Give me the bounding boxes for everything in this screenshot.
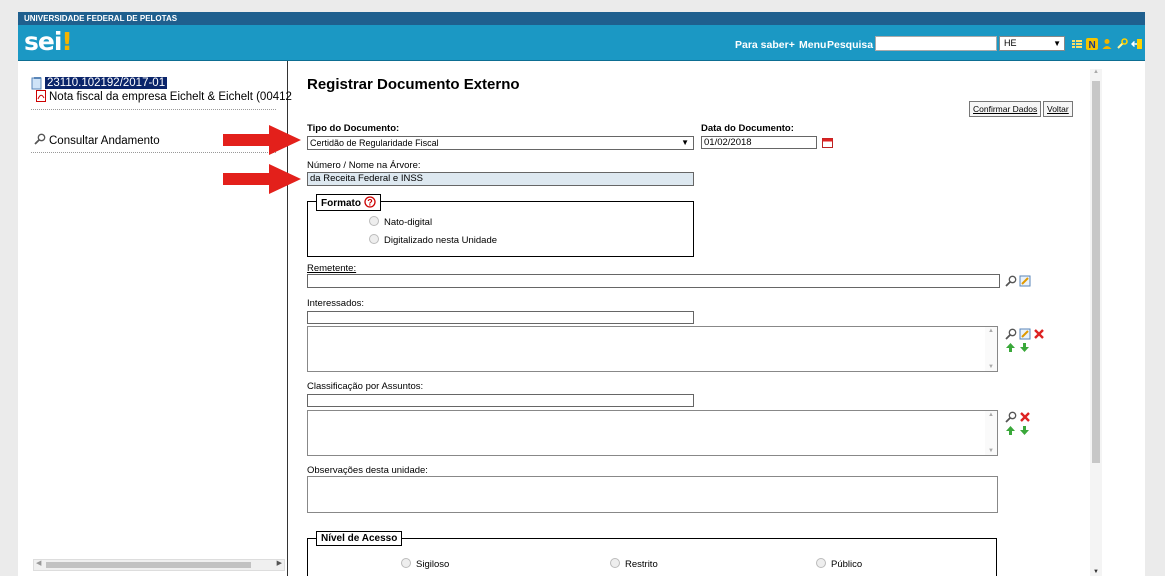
red-arrow-annotation (223, 125, 301, 155)
data-input[interactable]: 01/02/2018 (701, 136, 817, 149)
formato-fieldset: Formato ? Nato-digital Digitalizado nest… (307, 194, 694, 257)
magnifier-icon (34, 133, 46, 145)
radio-publico[interactable]: Público (816, 558, 862, 570)
chevron-up-icon[interactable]: ▲ (988, 328, 994, 334)
scroll-thumb[interactable] (46, 562, 251, 568)
list-scrollbar[interactable]: ▲ ▼ (985, 327, 997, 371)
chevron-down-icon[interactable]: ▼ (988, 448, 994, 454)
chevron-up-icon[interactable]: ▲ (988, 412, 994, 418)
classificacao-list[interactable]: ▲ ▼ (307, 410, 998, 456)
tree-document-node[interactable]: Nota fiscal da empresa Eichelt & Eichelt… (35, 90, 292, 103)
menu-link[interactable]: Menu (799, 39, 826, 51)
move-down-icon[interactable] (1019, 425, 1030, 436)
remetente-input[interactable] (307, 274, 1000, 288)
sei-window: UNIVERSIDADE FEDERAL DE PELOTAS sei! Par… (18, 12, 1145, 576)
horizontal-scrollbar[interactable]: ◀ ▶ (33, 559, 285, 571)
interessados-input[interactable] (307, 311, 694, 324)
edit-icon[interactable] (1019, 328, 1031, 340)
notes-N-icon[interactable]: N (1086, 38, 1098, 50)
process-number[interactable]: 23110.102192/2017-01 (45, 77, 168, 89)
para-saber-link[interactable]: Para saber+ (735, 39, 795, 51)
chevron-up-icon[interactable]: ▲ (1093, 69, 1099, 75)
numero-input[interactable]: da Receita Federal e INSS (307, 172, 694, 186)
tipo-select[interactable]: Certidão de Regularidade Fiscal ▼ (307, 136, 694, 150)
red-arrow-annotation (223, 164, 301, 194)
tipo-label: Tipo do Documento: (307, 123, 400, 134)
formato-legend: Formato ? (316, 194, 381, 211)
page-title: Registrar Documento Externo (307, 76, 520, 93)
search-input[interactable] (875, 36, 997, 51)
exit-icon[interactable] (1131, 38, 1143, 50)
list-icon[interactable] (1071, 38, 1083, 50)
nivel-acesso-legend: Nível de Acesso (316, 531, 403, 546)
search-icon[interactable] (1005, 275, 1017, 287)
interessados-label: Interessados: (307, 298, 365, 309)
move-down-icon[interactable] (1019, 342, 1030, 353)
remove-icon[interactable] (1033, 328, 1045, 340)
chevron-right-icon[interactable]: ▶ (277, 559, 282, 567)
wrench-icon[interactable] (1116, 38, 1128, 50)
interessados-list[interactable]: ▲ ▼ (307, 326, 998, 372)
vertical-scrollbar[interactable]: ▲ ▼ (1090, 69, 1102, 576)
confirm-button[interactable]: Confirmar Dados (969, 101, 1042, 117)
edit-icon[interactable] (1019, 275, 1031, 287)
navbar: sei! Para saber+ Menu Pesquisa HE ▼ N (18, 25, 1145, 61)
pdf-icon (36, 90, 46, 102)
chevron-down-icon: ▼ (1053, 39, 1061, 48)
tree-divider (31, 109, 276, 110)
search-icon[interactable] (1005, 328, 1017, 340)
radio-digitalizado[interactable]: Digitalizado nesta Unidade (369, 234, 497, 246)
chevron-down-icon: ▼ (681, 138, 689, 147)
remove-icon[interactable] (1019, 411, 1031, 423)
document-label: Nota fiscal da empresa Eichelt & Eichelt… (49, 91, 292, 103)
org-name: UNIVERSIDADE FEDERAL DE PELOTAS (24, 14, 178, 23)
svg-text:?: ? (367, 198, 373, 208)
classificacao-label: Classificação por Assuntos: (307, 381, 424, 392)
radio-sigiloso[interactable]: Sigiloso (401, 558, 449, 570)
search-icon[interactable] (1005, 411, 1017, 423)
nivel-acesso-fieldset: Nível de Acesso Sigiloso Restrito Públic… (307, 531, 997, 576)
move-up-icon[interactable] (1005, 425, 1016, 436)
user-icon[interactable] (1101, 38, 1113, 50)
remetente-label: Remetente: (307, 263, 357, 274)
chevron-down-icon[interactable]: ▼ (1093, 569, 1099, 575)
move-up-icon[interactable] (1005, 342, 1016, 353)
classificacao-input[interactable] (307, 394, 694, 407)
chevron-left-icon[interactable]: ◀ (36, 559, 41, 567)
list-scrollbar[interactable]: ▲ ▼ (985, 411, 997, 455)
folder-icon (31, 77, 42, 90)
pesquisa-link[interactable]: Pesquisa (827, 39, 873, 51)
org-bar: UNIVERSIDADE FEDERAL DE PELOTAS (18, 12, 1145, 25)
observacoes-label: Observações desta unidade: (307, 465, 428, 476)
svg-text:N: N (1089, 40, 1096, 50)
numero-label: Número / Nome na Árvore: (307, 160, 421, 171)
sei-logo[interactable]: sei! (24, 29, 73, 55)
radio-nato-digital[interactable]: Nato-digital (369, 216, 432, 228)
calendar-icon[interactable] (822, 137, 833, 148)
unit-select[interactable]: HE ▼ (999, 36, 1065, 51)
chevron-down-icon[interactable]: ▼ (988, 364, 994, 370)
radio-restrito[interactable]: Restrito (610, 558, 658, 570)
consultar-andamento-link[interactable]: Consultar Andamento (34, 133, 160, 147)
back-button[interactable]: Voltar (1043, 101, 1073, 117)
data-label: Data do Documento: (701, 123, 794, 134)
observacoes-textarea[interactable] (307, 476, 998, 513)
help-icon[interactable]: ? (364, 196, 376, 208)
scroll-thumb[interactable] (1092, 81, 1100, 463)
